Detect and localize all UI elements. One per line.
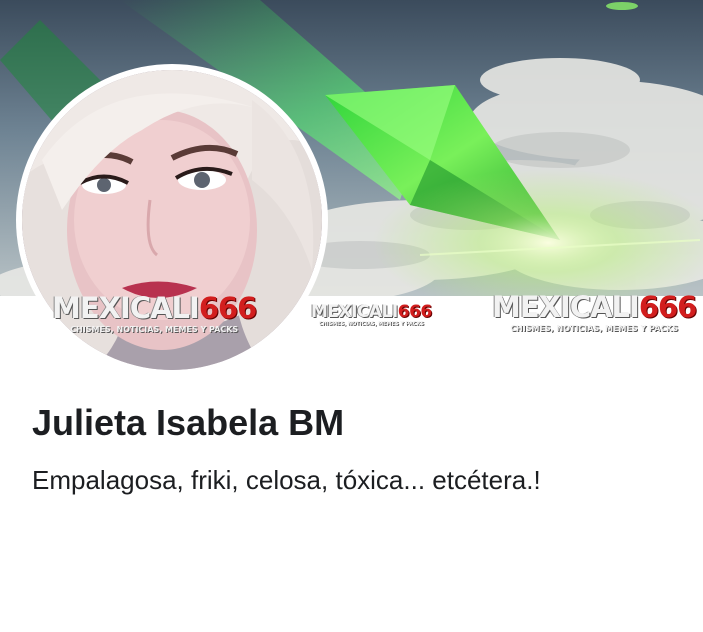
watermark-logo: MEXICALI666 [52,291,257,325]
profile-page: MEXICALI666 CHISMES, NOTICIAS, MEMES Y P… [0,0,703,632]
profile-name: Julieta Isabela BM [32,402,345,443]
watermark-tagline: CHISMES, NOTICIAS, MEMES Y PACKS [70,325,239,334]
watermark-logo: MEXICALI666 [492,290,697,324]
watermark-left: MEXICALI666 CHISMES, NOTICIAS, MEMES Y P… [52,291,257,334]
watermark-tagline: CHISMES, NOTICIAS, MEMES Y PACKS [510,324,679,333]
watermark-tagline: CHISMES, NOTICIAS, MEMES Y PACKS [318,321,424,327]
watermark-right: MEXICALI666 CHISMES, NOTICIAS, MEMES Y P… [492,290,697,333]
watermark-logo: MEXICALI666 [311,302,432,322]
watermark-middle: MEXICALI666 CHISMES, NOTICIAS, MEMES Y P… [311,304,432,327]
profile-bio: Empalagosa, friki, celosa, tóxica... etc… [32,465,541,495]
